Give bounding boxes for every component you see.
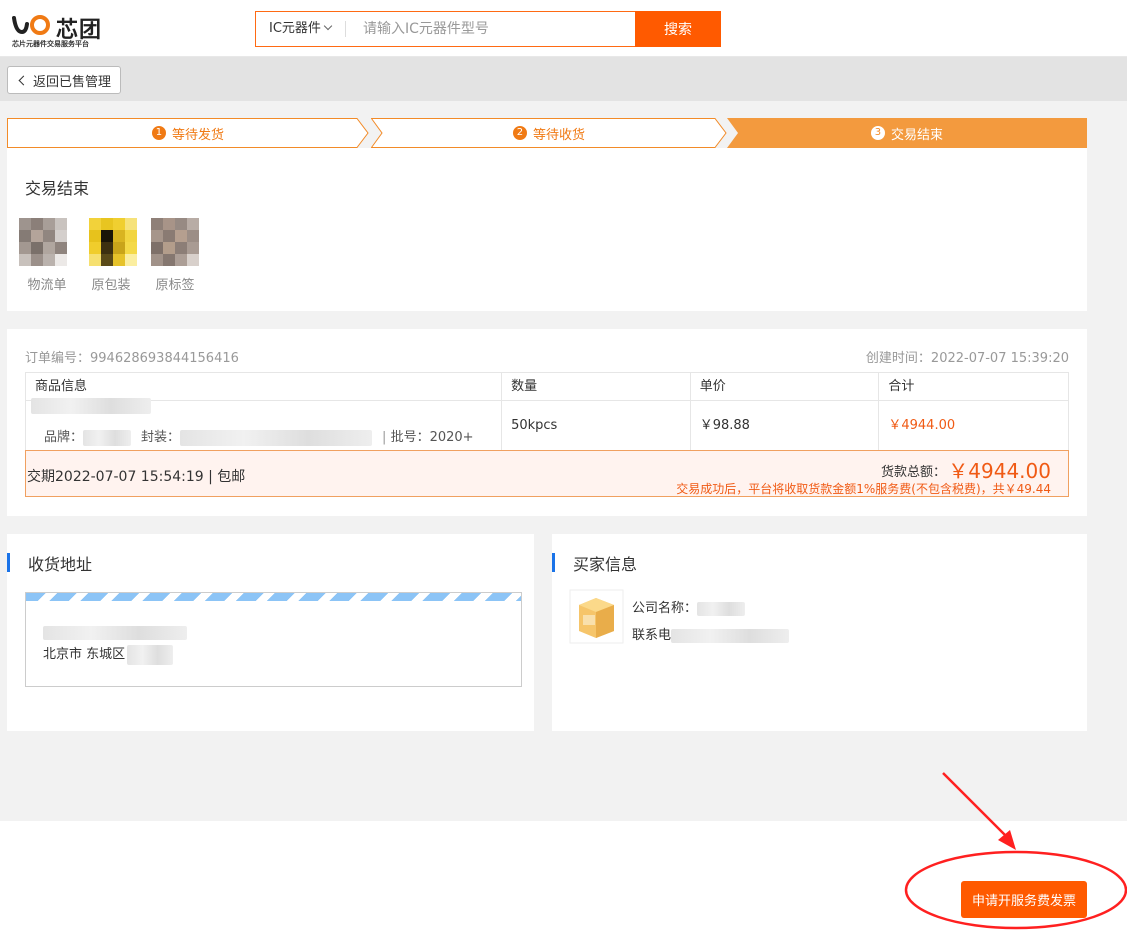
section-indicator xyxy=(552,553,555,572)
unit-price-cell: ￥98.88 xyxy=(691,401,880,451)
buyer-company-name: 公司名称： xyxy=(632,597,746,616)
column-header-quantity: 数量 xyxy=(502,373,691,400)
batch-number: 批号：2020+ xyxy=(390,430,474,445)
service-fee-note: 交易成功后，平台将收取货款金额1%服务费(不包含税费)，共￥49.44 xyxy=(676,482,1051,496)
step-number: 2 xyxy=(512,126,527,140)
table-header: 商品信息 数量 单价 合计 xyxy=(26,373,1068,401)
phone-label: 联系电 xyxy=(632,628,672,643)
order-summary: 交期2022-07-07 15:54:19 | 包邮 货款总额： ￥4944.0… xyxy=(25,450,1069,497)
shipping-address-panel: 收货地址 北京市 东城区 xyxy=(7,534,534,731)
brand-label: 品牌： xyxy=(44,430,84,445)
package-label: 封装： xyxy=(141,430,181,445)
chevron-down-icon xyxy=(323,21,333,31)
search-button[interactable]: 搜索 xyxy=(635,11,721,47)
back-button-label: 返回已售管理 xyxy=(33,74,112,90)
step-transaction-complete: 3 交易结束 xyxy=(727,118,1087,148)
original-label-image[interactable] xyxy=(151,218,199,266)
step-label: 等待发货 xyxy=(171,127,224,143)
address-city: 北京市 东城区 xyxy=(43,643,174,665)
delivery-period: 交期2022-07-07 15:54:19 | 包邮 xyxy=(27,469,246,485)
top-header: 芯团 芯片元器件交易服务平台 IC元器件 搜索 xyxy=(0,0,1127,57)
step-label: 交易结束 xyxy=(890,127,943,143)
back-bar xyxy=(0,57,1127,101)
order-number: 订单编号：994628693844156416 xyxy=(25,351,239,366)
original-packaging-image[interactable] xyxy=(89,218,137,266)
order-items-table: 商品信息 数量 单价 合计 品牌： 封装： | 批号：2020+ 50kpcs ￥9… xyxy=(25,372,1069,452)
search-input[interactable] xyxy=(346,12,635,46)
annotation-arrow-head xyxy=(998,830,1016,850)
image-label: 物流单 xyxy=(27,278,67,293)
buyer-info-panel: 买家信息 公司名称： 联系电 xyxy=(552,534,1087,731)
subtotal-cell: ￥4944.00 xyxy=(888,418,956,433)
table-row: 品牌： 封装： | 批号：2020+ 50kpcs ￥98.88 ￥4944.00 xyxy=(26,398,1068,451)
back-to-sold-management-button[interactable]: 返回已售管理 xyxy=(7,66,121,94)
image-label: 原包装 xyxy=(91,278,131,293)
image-label: 原标签 xyxy=(155,278,195,293)
buyer-phone: 联系电 xyxy=(632,624,790,643)
address-card: 北京市 东城区 xyxy=(25,592,522,687)
city-text: 北京市 东城区 xyxy=(43,647,126,662)
redacted-brand xyxy=(83,429,132,446)
logistics-slip-image[interactable] xyxy=(19,218,67,266)
redacted-address xyxy=(127,644,174,665)
search-category-select[interactable]: IC元器件 xyxy=(256,12,346,46)
company-label: 公司名称： xyxy=(632,601,698,616)
column-header-product: 商品信息 xyxy=(26,373,503,400)
column-header-subtotal: 合计 xyxy=(888,379,915,394)
redacted-phone xyxy=(671,628,790,643)
shipping-address-title: 收货地址 xyxy=(28,555,93,574)
quantity-cell: 50kpcs xyxy=(502,401,691,451)
buyer-company-logo-icon xyxy=(569,589,624,644)
search-bar: IC元器件 搜索 xyxy=(255,11,721,47)
step-awaiting-shipment: 1 等待发货 xyxy=(7,118,369,148)
redacted-part-number xyxy=(31,398,151,414)
envelope-stripe xyxy=(26,593,521,601)
column-header-unit-price: 单价 xyxy=(691,373,880,400)
apply-service-fee-invoice-button[interactable]: 申请开服务费发票 xyxy=(961,881,1087,918)
step-label: 等待收货 xyxy=(532,127,585,143)
logo-mark-icon xyxy=(12,15,50,35)
search-category-label: IC元器件 xyxy=(269,21,321,36)
transaction-status-panel: 交易结束 物流单 原包装 原标签 xyxy=(7,148,1087,311)
section-indicator xyxy=(7,553,10,572)
redacted-company xyxy=(697,601,746,616)
buyer-info-title: 买家信息 xyxy=(573,555,638,574)
total-label: 货款总额： xyxy=(880,465,946,480)
step-number: 3 xyxy=(870,126,885,140)
product-meta: 品牌： 封装： | 批号：2020+ xyxy=(44,429,474,446)
created-time: 创建时间：2022-07-07 15:39:20 xyxy=(865,351,1069,366)
product-info-cell: 品牌： 封装： | 批号：2020+ xyxy=(26,398,503,451)
order-detail-panel: 订单编号：994628693844156416 创建时间：2022-07-07 … xyxy=(7,329,1087,516)
order-progress-steps: 1 等待发货 2 等待收货 3 交易结束 xyxy=(7,118,1087,148)
step-awaiting-receipt: 2 等待收货 xyxy=(371,118,727,148)
step-number: 1 xyxy=(151,126,166,140)
redacted-recipient xyxy=(43,626,187,640)
redacted-package xyxy=(180,429,373,446)
chevron-left-icon xyxy=(18,75,29,85)
logo-subtitle: 芯片元器件交易服务平台 xyxy=(12,40,89,48)
status-title: 交易结束 xyxy=(25,179,90,198)
site-logo[interactable]: 芯团 芯片元器件交易服务平台 xyxy=(12,12,107,50)
